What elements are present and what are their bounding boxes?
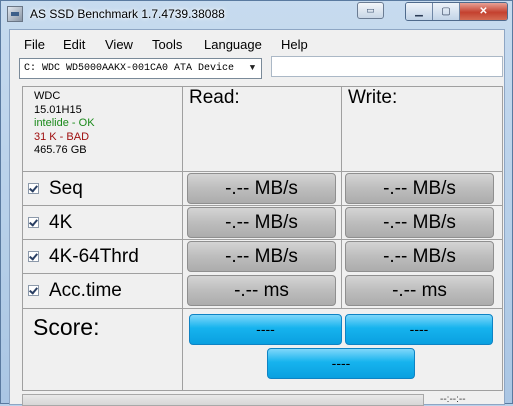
4k-checkbox[interactable] xyxy=(28,217,39,228)
drive-size: 465.76 GB xyxy=(34,144,87,156)
score-label: Score: xyxy=(33,314,100,340)
4k-label: 4K xyxy=(49,212,73,233)
title-bar[interactable]: AS SSD Benchmark 1.7.4739.38088 ▭ ▁ ▢ ✕ xyxy=(1,1,512,28)
maximize-icon[interactable]: ▢ xyxy=(433,3,460,20)
menu-edit[interactable]: Edit xyxy=(63,37,85,52)
menu-file[interactable]: File xyxy=(24,37,45,52)
test-row-acc-time: Acc.time xyxy=(23,274,184,307)
acc-time-write-result[interactable]: -.-- ms xyxy=(345,275,494,306)
window-controls: ▁ ▢ ✕ xyxy=(405,2,508,21)
menu-language[interactable]: Language xyxy=(204,37,262,52)
menu-bar: File Edit View Tools Language Help xyxy=(10,35,504,53)
drive-driver-status: intelide - OK xyxy=(34,117,95,129)
score-read-button[interactable]: ---- xyxy=(189,314,342,345)
drive-firmware: 15.01H15 xyxy=(34,103,82,116)
score-write-button[interactable]: ---- xyxy=(345,314,493,345)
minimize-icon[interactable]: ▁ xyxy=(406,3,433,20)
grid-divider xyxy=(23,308,502,309)
write-header: Write: xyxy=(348,87,398,108)
seq-read-result[interactable]: -.-- MB/s xyxy=(187,173,336,204)
menu-help[interactable]: Help xyxy=(281,37,308,52)
chevron-down-icon[interactable]: ▼ xyxy=(246,62,259,75)
grid-divider xyxy=(341,87,342,309)
drive-alignment-status: 31 K - BAD xyxy=(34,130,90,143)
close-icon[interactable]: ✕ xyxy=(460,3,507,20)
4k-64thrd-checkbox[interactable] xyxy=(28,251,39,262)
seq-label: Seq xyxy=(49,178,83,199)
4k-64thrd-label: 4K-64Thrd xyxy=(49,246,139,267)
restore-extra-icon[interactable]: ▭ xyxy=(357,2,384,19)
test-row-4k: 4K xyxy=(23,206,184,239)
drive-info: WDC 15.01H15 intelide - OK 31 K - BAD 46… xyxy=(34,90,95,158)
app-icon[interactable] xyxy=(7,6,23,22)
4k-64thrd-write-result[interactable]: -.-- MB/s xyxy=(345,241,494,272)
menu-view[interactable]: View xyxy=(105,37,133,52)
path-field[interactable] xyxy=(271,56,503,77)
read-header: Read: xyxy=(189,87,240,108)
device-dropdown-value: C: WDC WD5000AAKX-001CA0 ATA Device xyxy=(24,63,235,74)
progress-bar xyxy=(22,394,424,406)
drive-model: WDC xyxy=(34,90,61,102)
seq-checkbox[interactable] xyxy=(28,183,39,194)
test-row-4k-64thrd: 4K-64Thrd xyxy=(23,240,184,273)
seq-write-result[interactable]: -.-- MB/s xyxy=(345,173,494,204)
app-window: AS SSD Benchmark 1.7.4739.38088 ▭ ▁ ▢ ✕ … xyxy=(0,0,513,406)
acc-time-checkbox[interactable] xyxy=(28,285,39,296)
acc-time-read-result[interactable]: -.-- ms xyxy=(187,275,336,306)
window-title: AS SSD Benchmark 1.7.4739.38088 xyxy=(30,7,225,21)
elapsed-time: --:--:-- xyxy=(440,394,466,405)
4k-64thrd-read-result[interactable]: -.-- MB/s xyxy=(187,241,336,272)
client-area: File Edit View Tools Language Help C: WD… xyxy=(9,29,505,406)
results-grid: WDC 15.01H15 intelide - OK 31 K - BAD 46… xyxy=(22,86,503,391)
4k-read-result[interactable]: -.-- MB/s xyxy=(187,207,336,238)
device-dropdown[interactable]: C: WDC WD5000AAKX-001CA0 ATA Device ▼ xyxy=(19,58,262,79)
4k-write-result[interactable]: -.-- MB/s xyxy=(345,207,494,238)
acc-time-label: Acc.time xyxy=(49,280,122,301)
score-total-button[interactable]: ---- xyxy=(267,348,415,379)
menu-tools[interactable]: Tools xyxy=(152,37,182,52)
test-row-seq: Seq xyxy=(23,172,184,205)
